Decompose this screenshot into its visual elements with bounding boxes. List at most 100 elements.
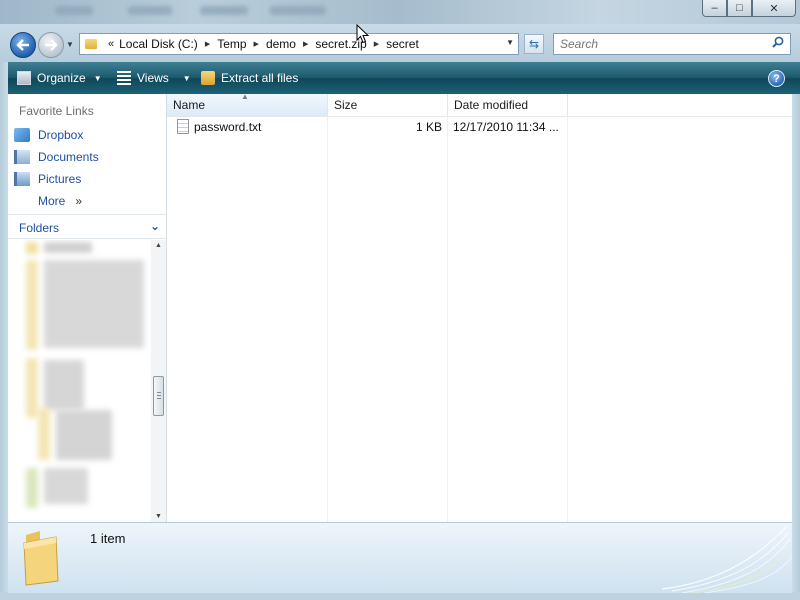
recent-pages-dropdown[interactable]: ▼ [66,40,74,49]
file-list: ▲ Name Size Date modified password.txt 1… [167,92,792,522]
breadcrumb-demo[interactable]: demo [266,37,296,51]
blurred-background-text [270,6,326,15]
column-label: Name [173,98,206,112]
views-button[interactable]: Views ▼ [117,62,191,94]
breadcrumb-secret[interactable]: secret [386,37,419,51]
folders-header[interactable]: Folders ⌄ [8,215,166,239]
title-bar[interactable]: – □ ✕ [0,0,800,24]
extract-all-button[interactable]: Extract all files [201,62,298,94]
window-frame [0,62,8,600]
decorative-swoosh [661,526,792,593]
views-icon [117,71,131,85]
breadcrumb-local-disk[interactable]: Local Disk (C:) [119,37,198,51]
help-button[interactable]: ? [768,70,785,87]
refresh-button[interactable]: ⇆ [524,34,544,54]
column-label: Date modified [454,98,529,112]
favorite-label: Documents [38,150,99,164]
folder-icon [26,358,38,418]
search-icon[interactable] [772,36,784,51]
column-divider [327,116,328,522]
breadcrumb-arrow-icon[interactable]: ▶ [205,40,210,48]
chevron-down-icon: ▼ [182,73,191,83]
chevron-down-icon: ▼ [93,73,102,83]
close-icon: ✕ [769,2,779,15]
folder-tree-scrollbar[interactable]: ▲ ▼ [151,240,166,522]
folder-icon [26,260,38,350]
file-date-modified: 12/17/2010 11:34 ... [453,120,559,134]
blurred-folder-label [44,360,84,410]
organize-button[interactable]: Organize ▼ [17,62,102,94]
organize-label: Organize [37,71,86,85]
blurred-folder-label [44,468,88,504]
extract-label: Extract all files [221,71,299,85]
maximize-icon: □ [736,2,743,14]
item-count: 1 item [90,531,126,546]
favorites-more-link[interactable]: More » [38,192,82,210]
folders-label: Folders [19,221,60,235]
window-frame [792,94,800,600]
address-bar[interactable]: « Local Disk (C:) ▶ Temp ▶ demo ▶ secret… [79,33,519,55]
folder-icon [26,242,38,254]
navigation-row: ▼ « Local Disk (C:) ▶ Temp ▶ demo ▶ secr… [0,28,800,62]
forward-button[interactable] [38,32,64,58]
file-row[interactable]: password.txt 1 KB 12/17/2010 11:34 ... [167,117,567,137]
refresh-icon: ⇆ [528,37,540,51]
back-arrow-icon [16,39,29,51]
column-divider [567,116,568,522]
mouse-cursor-icon [356,24,370,44]
more-label: More [38,194,66,208]
minimize-button[interactable]: – [702,0,727,17]
back-button[interactable] [10,32,36,58]
close-button[interactable]: ✕ [752,0,796,17]
overflow-chevron[interactable]: « [108,38,114,50]
scroll-up-icon[interactable]: ▲ [155,242,162,249]
window-controls: – □ ✕ [702,0,796,17]
views-label: Views [137,71,169,85]
command-bar: Organize ▼ Views ▼ Extract all files ? [0,62,800,94]
breadcrumb-arrow-icon[interactable]: ▶ [374,40,379,48]
folder-icon [23,531,59,586]
favorite-label: Pictures [38,172,82,186]
text-file-icon [177,119,189,134]
folder-icon [26,468,38,508]
maximize-button[interactable]: □ [727,0,752,17]
blurred-folder-label [56,410,112,460]
window-frame [0,592,800,600]
favorite-label: Dropbox [38,128,84,142]
favorite-dropbox[interactable]: Dropbox [14,126,83,144]
column-label: Size [334,98,358,112]
zip-folder-icon [201,71,215,85]
dropbox-icon [14,128,30,142]
navigation-pane: Favorite Links Dropbox Documents Picture… [8,94,167,522]
breadcrumb-temp[interactable]: Temp [217,37,246,51]
scrollbar-thumb[interactable] [153,376,164,416]
scroll-down-icon[interactable]: ▼ [155,513,162,520]
search-box [553,33,791,55]
documents-icon [14,150,30,164]
column-header-name[interactable]: ▲ Name [167,92,328,116]
blurred-folder-label [44,260,144,348]
blurred-background-text [200,6,248,15]
blurred-folder-label [44,242,92,253]
explorer-window: – □ ✕ ▼ « Local Disk (C:) ▶ Temp ▶ demo … [0,0,800,600]
details-pane: 1 item [8,522,792,593]
search-input[interactable] [558,36,762,52]
folder-tree[interactable] [8,240,150,522]
forward-arrow-icon [45,39,58,51]
pictures-icon [14,172,30,186]
breadcrumb-arrow-icon[interactable]: ▶ [303,40,308,48]
help-icon: ? [773,72,780,85]
favorite-pictures[interactable]: Pictures [14,170,81,188]
sort-ascending-icon: ▲ [241,92,249,101]
column-divider [447,116,448,522]
column-header-date-modified[interactable]: Date modified [448,94,568,116]
blurred-background-text [128,6,172,15]
file-name: password.txt [194,120,262,134]
file-size: 1 KB [416,120,443,134]
folder-icon [38,408,50,460]
chevron-down-icon: ⌄ [149,219,160,233]
address-history-dropdown[interactable]: ▼ [506,38,514,47]
column-header-size[interactable]: Size [328,94,448,116]
favorite-documents[interactable]: Documents [14,148,99,166]
breadcrumb-arrow-icon[interactable]: ▶ [254,40,259,48]
